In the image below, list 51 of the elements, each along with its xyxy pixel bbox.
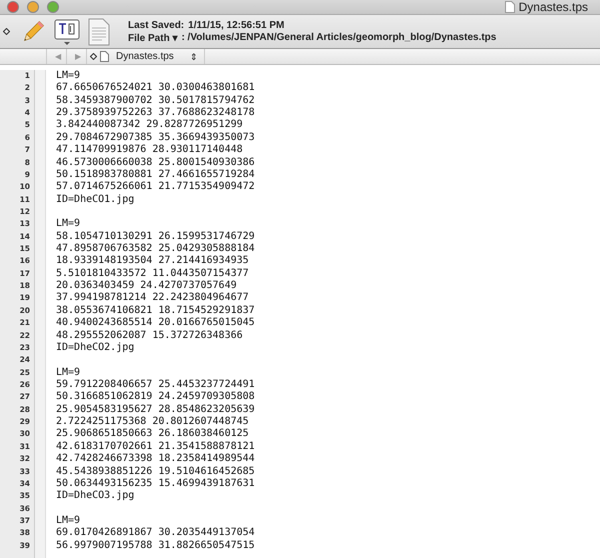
text-line: 2.7224251175368 20.8012607448745 <box>56 416 249 428</box>
file-path-menu[interactable]: File Path ▾ <box>128 32 178 44</box>
text-line: 37.994198781214 22.2423804964677 <box>56 292 249 304</box>
diamond-icon[interactable] <box>90 53 97 60</box>
diamond-icon[interactable] <box>3 28 10 35</box>
text-line: 57.0714675266061 21.7715354909472 <box>56 181 255 192</box>
text-line: 25.9068651850663 26.186038460125 <box>56 428 249 440</box>
document-icon[interactable] <box>88 18 110 46</box>
text-line: LM=9 <box>56 366 80 378</box>
text-line: 42.6183170702661 21.3541588878121 <box>56 440 255 452</box>
text-line: 47.114709919876 28.930117140448 <box>56 144 243 156</box>
text-line: ID=DheCO2.jpg <box>56 342 134 353</box>
document-icon <box>504 1 515 13</box>
text-line: 3.842440087342 29.8287726951299 <box>56 119 243 130</box>
text-line: LM=9 <box>56 514 80 526</box>
document-icon <box>100 51 109 62</box>
last-saved-value: 1/11/15, 12:56:51 PM <box>188 20 284 30</box>
zoom-button[interactable] <box>47 1 59 13</box>
text-line: 67.6650676524021 30.0300463801681 <box>56 82 255 94</box>
text-line: 18.9339148193504 27.214416934935 <box>56 255 249 266</box>
text-line: 56.9979007195788 31.8826650547515 <box>56 540 255 551</box>
text-line: 29.7084672907385 35.3669439350073 <box>56 132 255 143</box>
close-button[interactable] <box>7 1 19 13</box>
text-line: 25.9054583195627 28.8548623205639 <box>56 404 255 415</box>
minimize-button[interactable] <box>27 1 39 13</box>
text-line: 46.5730006660038 25.8001540930386 <box>56 156 255 168</box>
text-line: 42.7428246673398 18.2358414989544 <box>56 453 255 464</box>
text-line: 58.1054710130291 26.1599531746729 <box>56 230 255 242</box>
text-line: 69.0170426891867 30.2035449137054 <box>56 527 255 538</box>
text-line: 45.5438938851226 19.5104616452685 <box>56 466 255 476</box>
window-title: Dynastes.tps <box>518 0 588 14</box>
text-line: LM=9 <box>56 70 80 81</box>
text-line: 48.295552062087 15.372726348366 <box>56 330 243 341</box>
text-line: 59.7912208406657 25.4453237724491 <box>56 378 255 390</box>
text-line: 5.5101810433572 11.0443507154377 <box>56 268 249 279</box>
text-format-icon[interactable] <box>54 18 80 46</box>
text-line: 47.8958706763582 25.0429305888184 <box>56 243 255 254</box>
text-line: 29.3758939752263 37.7688623248178 <box>56 107 255 118</box>
text-line: 50.1518983780881 27.4661655719284 <box>56 168 255 180</box>
last-saved-label: Last Saved: <box>128 20 184 30</box>
file-path-value: : /Volumes/JENPAN/General Articles/geomorph_blog/Dynastes.tps <box>181 32 496 44</box>
text-line: 58.3459387900702 30.5017815794762 <box>56 94 255 106</box>
text-line: ID=DheCO3.jpg <box>56 490 134 502</box>
text-line: 40.9400243685514 20.0166765015045 <box>56 317 255 328</box>
text-line: 20.0363403459 24.4270737057649 <box>56 280 237 292</box>
text-line: 38.0553674106821 18.7154529291837 <box>56 304 255 316</box>
text-line: LM=9 <box>56 218 80 230</box>
text-line: ID=DheCO1.jpg <box>56 194 134 205</box>
document-selector[interactable]: Dynastes.tps ⇕ <box>112 49 205 64</box>
text-line: 50.3166851062819 24.2459709305808 <box>56 391 255 402</box>
text-line: 50.0634493156235 15.4699439187631 <box>56 478 255 489</box>
